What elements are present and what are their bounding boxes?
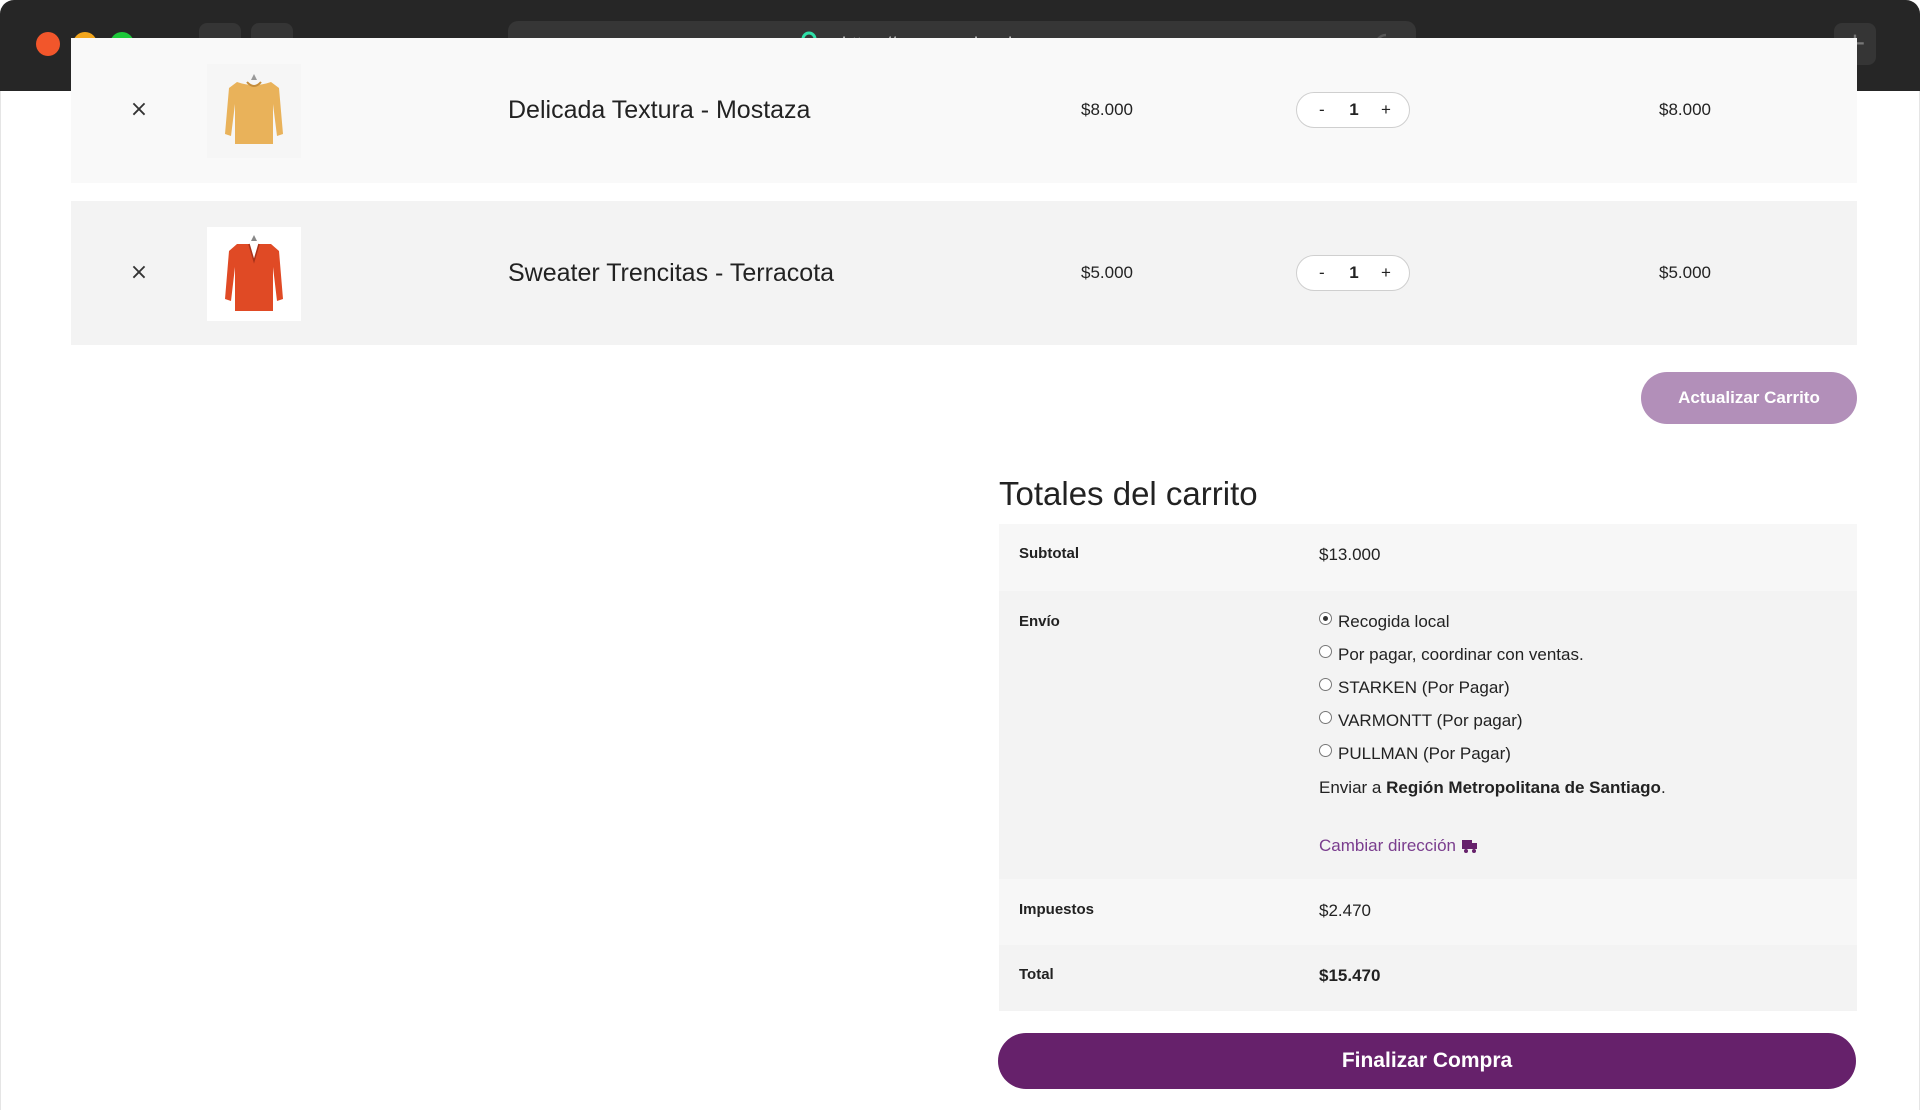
remove-item-button[interactable]: ×: [127, 90, 151, 130]
tax-row: Impuestos $2.470: [999, 879, 1857, 945]
total-value: $15.470: [1319, 966, 1381, 985]
product-name[interactable]: Delicada Textura - Mostaza: [508, 38, 810, 182]
shipping-option-pullman[interactable]: PULLMAN (Por Pagar): [1319, 744, 1511, 764]
product-thumbnail[interactable]: [207, 227, 301, 321]
change-address-link[interactable]: Cambiar dirección: [1319, 836, 1478, 856]
line-subtotal: $5.000: [1659, 263, 1711, 282]
radio-icon[interactable]: [1319, 678, 1332, 691]
decrease-quantity-button[interactable]: -: [1319, 93, 1325, 127]
product-price: $5.000: [1081, 263, 1133, 282]
total-label: Total: [1019, 966, 1054, 983]
increase-quantity-button[interactable]: +: [1381, 256, 1391, 290]
total-row: Total $15.470: [999, 945, 1857, 1011]
cart-totals-title: Totales del carrito: [999, 475, 1258, 512]
cart-totals-table: Subtotal $13.000 Envío Recogida local Po…: [999, 524, 1857, 1011]
radio-selected-icon[interactable]: [1319, 612, 1332, 625]
decrease-quantity-button[interactable]: -: [1319, 256, 1325, 290]
close-window-button[interactable]: [36, 32, 60, 56]
quantity-stepper: - 1 +: [1296, 92, 1410, 128]
shipping-option-starken[interactable]: STARKEN (Por Pagar): [1319, 678, 1510, 698]
quantity-stepper: - 1 +: [1296, 255, 1410, 291]
quantity-input[interactable]: 1: [1349, 93, 1359, 127]
shipping-option-local-pickup[interactable]: Recogida local: [1319, 612, 1450, 632]
shipping-option-coordinate[interactable]: Por pagar, coordinar con ventas.: [1319, 645, 1584, 665]
cart-row: × Sweater Trencitas - Terracota $5.000 -…: [71, 201, 1857, 345]
tax-value: $2.470: [1319, 901, 1371, 920]
ship-to-region: Región Metropolitana de Santiago: [1386, 778, 1661, 797]
product-thumbnail[interactable]: [207, 64, 301, 158]
shipping-label: Envío: [1019, 613, 1060, 630]
radio-icon[interactable]: [1319, 711, 1332, 724]
radio-icon[interactable]: [1319, 645, 1332, 658]
subtotal-row: Subtotal $13.000: [999, 524, 1857, 591]
truck-icon: [1462, 840, 1477, 853]
cart-page: × Delicada Textura - Mostaza $8.000 - 1 …: [0, 38, 1920, 1110]
sweater-image-icon: [207, 227, 301, 321]
checkout-button[interactable]: Finalizar Compra: [998, 1033, 1856, 1089]
update-cart-button[interactable]: Actualizar Carrito: [1641, 372, 1857, 424]
sweater-image-icon: [207, 64, 301, 158]
product-price: $8.000: [1081, 100, 1133, 119]
tax-label: Impuestos: [1019, 901, 1095, 918]
quantity-input[interactable]: 1: [1349, 256, 1359, 290]
radio-icon[interactable]: [1319, 744, 1332, 757]
line-subtotal: $8.000: [1659, 100, 1711, 119]
cart-row: × Delicada Textura - Mostaza $8.000 - 1 …: [71, 38, 1857, 183]
subtotal-value: $13.000: [1319, 545, 1381, 564]
shipping-row: Envío Recogida local Por pagar, coordina…: [999, 591, 1857, 879]
increase-quantity-button[interactable]: +: [1381, 93, 1391, 127]
ship-to-text: Enviar a Región Metropolitana de Santiag…: [1319, 778, 1666, 797]
shipping-option-varmontt[interactable]: VARMONTT (Por pagar): [1319, 711, 1523, 731]
subtotal-label: Subtotal: [1019, 545, 1079, 562]
product-name[interactable]: Sweater Trencitas - Terracota: [508, 201, 834, 345]
remove-item-button[interactable]: ×: [127, 253, 151, 293]
